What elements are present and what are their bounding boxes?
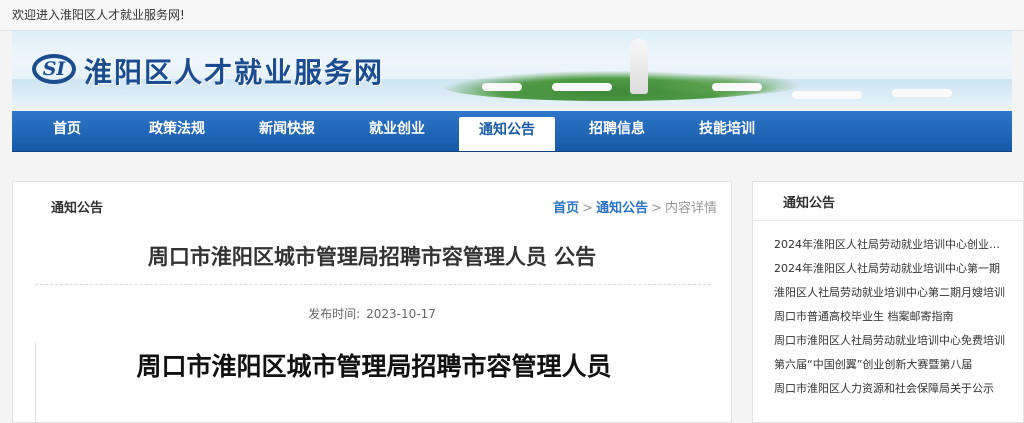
sidebar-notices: 通知公告 2024年淮阳区人社局劳动就业培训中心创业培训班 2024年淮阳区人社…: [752, 181, 1024, 423]
banner-statue: [630, 39, 648, 94]
notice-link[interactable]: 2024年淮阳区人社局劳动就业培训中心第一期: [774, 257, 1006, 281]
breadcrumb-current: 内容详情: [664, 201, 717, 216]
welcome-text: 欢迎进入淮阳区人才就业服务网!: [12, 8, 185, 22]
breadcrumb: 首页 > 通知公告 > 内容详情: [553, 197, 717, 216]
notice-link[interactable]: 淮阳区人社局劳动就业培训中心第二期月嫂培训: [774, 281, 1006, 305]
content-heading: 周口市淮阳区城市管理局招聘市容管理人员: [136, 352, 612, 381]
notice-link[interactable]: 第六届“中国创翼”创业创新大赛暨第八届: [774, 353, 1006, 377]
notice-link[interactable]: 2024年淮阳区人社局劳动就业培训中心创业培训班: [774, 233, 1006, 257]
breadcrumb-notices[interactable]: 通知公告: [596, 201, 648, 216]
breadcrumb-separator: >: [651, 201, 662, 216]
banner-sculpture: [482, 83, 522, 91]
nav-item-policy[interactable]: 政策法规: [137, 111, 217, 151]
sidebar-title: 通知公告: [783, 196, 836, 211]
top-welcome-bar: 欢迎进入淮阳区人才就业服务网!: [0, 0, 1024, 31]
notice-list: 2024年淮阳区人社局劳动就业培训中心创业培训班 2024年淮阳区人社局劳动就业…: [774, 233, 1006, 401]
notice-link[interactable]: 周口市淮阳区人社局劳动就业培训中心免费培训: [774, 329, 1006, 353]
article-panel: 通知公告 首页 > 通知公告 > 内容详情 周口市淮阳区城市管理局招聘市容管理人员 公告…: [12, 181, 732, 423]
site-logo[interactable]: SI: [32, 54, 76, 84]
nav-item-training[interactable]: 技能培训: [687, 111, 767, 151]
main-nav: 首页 政策法规 新闻快报 就业创业 通知公告 招聘信息 技能培训: [12, 111, 1012, 152]
nav-item-news[interactable]: 新闻快报: [247, 111, 327, 151]
publish-date: 2023-10-17: [366, 307, 436, 321]
breadcrumb-home[interactable]: 首页: [553, 201, 579, 216]
site-title: 淮阳区人才就业服务网: [84, 56, 385, 89]
banner-sculpture: [552, 83, 612, 91]
section-title: 通知公告: [51, 201, 104, 216]
nav-item-notices[interactable]: 通知公告: [459, 117, 555, 151]
logo-text: SI: [42, 58, 66, 80]
breadcrumb-separator: >: [582, 201, 594, 216]
nav-item-jobs[interactable]: 招聘信息: [577, 111, 657, 151]
publish-info: 发布时间: 2023-10-17: [13, 305, 731, 322]
title-divider: [35, 284, 711, 285]
banner-sculpture: [792, 91, 862, 99]
notice-link[interactable]: 周口市普通高校毕业生 档案邮寄指南: [774, 305, 1006, 329]
banner-sculpture: [892, 89, 952, 97]
publish-label: 发布时间:: [308, 307, 361, 321]
nav-item-home[interactable]: 首页: [32, 111, 102, 151]
banner-sculpture: [712, 83, 762, 91]
site-banner: SI 淮阳区人才就业服务网: [12, 31, 1012, 108]
sidebar-divider: [753, 220, 1023, 221]
nav-item-employment[interactable]: 就业创业: [357, 111, 437, 151]
notice-link[interactable]: 周口市淮阳区人力资源和社会保障局关于公示: [774, 377, 1006, 401]
article-title: 周口市淮阳区城市管理局招聘市容管理人员 公告: [147, 245, 597, 269]
article-content: 周口市淮阳区城市管理局招聘市容管理人员: [35, 342, 712, 422]
